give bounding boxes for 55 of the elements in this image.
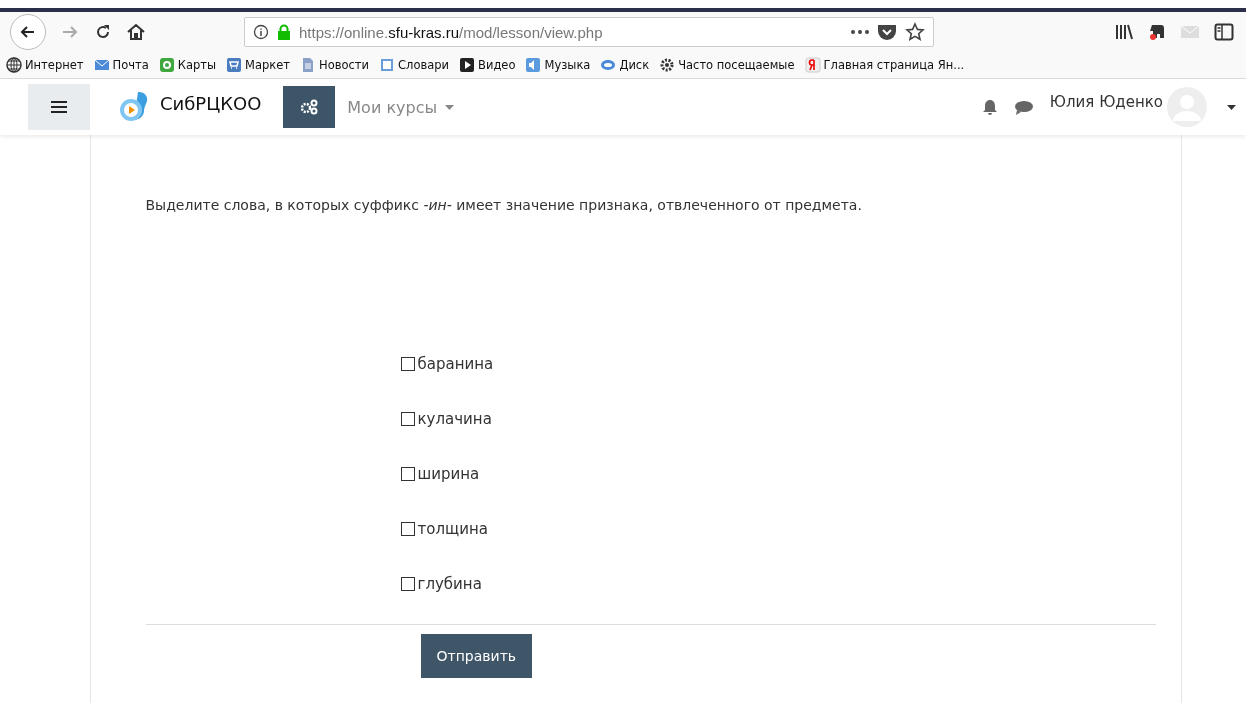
chat-icon[interactable] bbox=[1013, 99, 1034, 115]
checkbox[interactable] bbox=[400, 411, 415, 426]
reload-icon[interactable] bbox=[94, 23, 112, 41]
option-label: толщина bbox=[417, 519, 488, 538]
star-icon[interactable] bbox=[905, 22, 925, 42]
info-icon[interactable] bbox=[253, 24, 269, 40]
library-icon[interactable] bbox=[1114, 23, 1134, 41]
bookmark-item[interactable]: Новости bbox=[300, 57, 370, 73]
settings-button[interactable] bbox=[283, 86, 336, 128]
my-courses-menu[interactable]: Мои курсы bbox=[347, 97, 438, 117]
option-label: кулачина bbox=[417, 409, 492, 428]
option-label: ширина bbox=[417, 464, 480, 483]
pocket-icon[interactable] bbox=[877, 23, 897, 41]
ya-icon bbox=[804, 57, 821, 73]
bookmark-item[interactable]: Диск bbox=[600, 57, 650, 73]
bookmark-item[interactable]: Интернет bbox=[6, 57, 84, 73]
bookmark-item[interactable]: Почта bbox=[93, 57, 149, 73]
checkbox[interactable] bbox=[400, 576, 415, 591]
checkbox[interactable] bbox=[400, 521, 415, 536]
globe-icon bbox=[6, 57, 22, 73]
disc-icon bbox=[600, 57, 617, 73]
bell-icon[interactable] bbox=[981, 98, 998, 116]
user-name[interactable]: Юлия Юденко bbox=[1049, 93, 1163, 111]
gears-icon bbox=[299, 99, 320, 115]
home-icon[interactable] bbox=[126, 22, 146, 42]
option-label: глубина bbox=[417, 574, 482, 593]
submit-button[interactable]: Отправить bbox=[420, 634, 533, 678]
question-text: Выделите слова, в которых суффикс -ин- имеет значение признака, отвлеченного от предмета. bbox=[145, 197, 863, 213]
checkbox[interactable] bbox=[400, 466, 415, 481]
envelope-icon bbox=[93, 57, 110, 73]
caret-icon[interactable] bbox=[1227, 104, 1236, 110]
lock-icon bbox=[277, 24, 291, 40]
option-label: баранина bbox=[417, 354, 494, 373]
bookmark-item[interactable]: Маркет bbox=[226, 57, 291, 73]
checkbox[interactable] bbox=[400, 356, 415, 371]
more-icon[interactable] bbox=[851, 30, 869, 34]
bookmark-item[interactable]: Видео bbox=[459, 57, 516, 73]
bookmark-item[interactable]: Часто посещаемые bbox=[659, 57, 795, 73]
menu-button[interactable] bbox=[28, 84, 90, 130]
gear-icon bbox=[659, 57, 676, 73]
speaker-icon bbox=[525, 57, 542, 73]
sidebar-icon[interactable] bbox=[1214, 23, 1234, 41]
site-name[interactable]: СибРЦКОО bbox=[160, 92, 262, 114]
url-text: https://online.sfu-kras.ru/mod/lesson/view.php bbox=[299, 23, 603, 41]
menu-icon bbox=[51, 101, 67, 113]
bookmark-item[interactable]: Главная страница Ян... bbox=[804, 57, 965, 73]
bookmark-item[interactable]: Словари bbox=[379, 57, 450, 73]
bookmark-item[interactable]: Музыка bbox=[525, 57, 591, 73]
play-icon bbox=[459, 57, 476, 73]
caret-icon bbox=[445, 104, 455, 110]
book-icon bbox=[379, 57, 396, 73]
back-button[interactable] bbox=[10, 14, 46, 50]
bookmark-item[interactable]: Карты bbox=[158, 57, 217, 73]
address-bar[interactable]: https://online.sfu-kras.ru/mod/lesson/view.php bbox=[244, 17, 934, 47]
cart-icon bbox=[226, 57, 243, 73]
